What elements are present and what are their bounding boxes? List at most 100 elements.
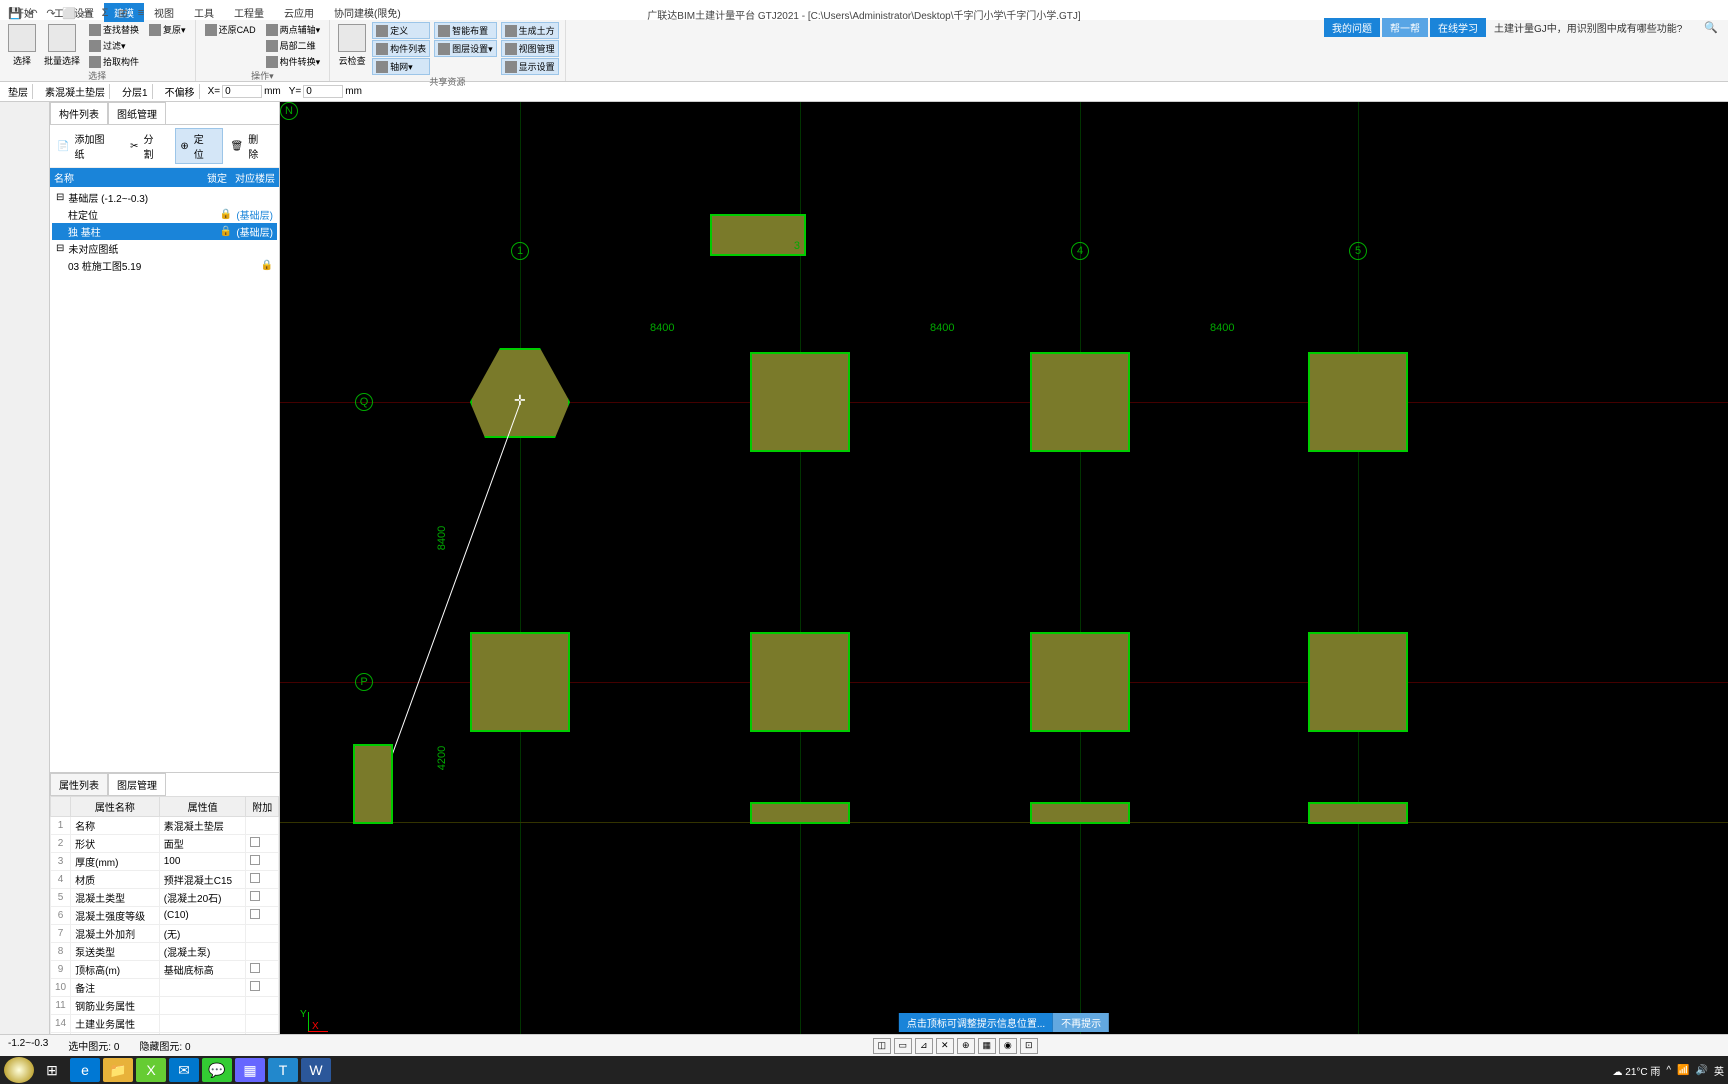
taskbar-excel-icon[interactable]: X bbox=[136, 1058, 166, 1082]
ribbon-smart[interactable]: 智能布置 bbox=[434, 22, 497, 39]
qat-icon[interactable]: ⬜ bbox=[62, 6, 76, 20]
search-icon[interactable]: 🔍 bbox=[1704, 21, 1718, 34]
floor-select-3[interactable]: 分层1 bbox=[118, 84, 153, 99]
toolbar-split[interactable]: ✂分割 bbox=[126, 128, 171, 164]
status-btn-7[interactable]: ◉ bbox=[999, 1038, 1017, 1054]
property-row[interactable]: 10备注 bbox=[51, 979, 279, 997]
property-row[interactable]: 9顶标高(m)基础底标高 bbox=[51, 961, 279, 979]
taskbar-app2-icon[interactable]: T bbox=[268, 1058, 298, 1082]
property-row[interactable]: 11钢筋业务属性 bbox=[51, 997, 279, 1015]
ribbon-filter[interactable]: 过滤▾ bbox=[86, 38, 142, 53]
qat-icon[interactable]: ≡ bbox=[134, 6, 148, 20]
menu-engineering[interactable]: 工程量 bbox=[224, 3, 274, 22]
ribbon-define[interactable]: 定义 bbox=[372, 22, 430, 39]
pad-r1-c3 bbox=[1308, 352, 1408, 452]
tree-col-pos[interactable]: 柱定位🔒(基础层) bbox=[52, 206, 277, 223]
qat-undo-icon[interactable]: ↶ bbox=[26, 6, 40, 20]
toolbar-add[interactable]: 📄添加图纸 bbox=[53, 128, 122, 164]
status-btn-8[interactable]: ⊡ bbox=[1020, 1038, 1038, 1054]
qat-icon[interactable]: ▭ bbox=[80, 6, 94, 20]
ribbon-find[interactable]: 查找替换 bbox=[86, 22, 142, 37]
property-row[interactable]: 8泵送类型(混凝土泵) bbox=[51, 943, 279, 961]
property-row[interactable]: 5混凝土类型(混凝土20石) bbox=[51, 889, 279, 907]
taskbar-app1-icon[interactable]: ▦ bbox=[235, 1058, 265, 1082]
tray-ime-icon[interactable]: 英 bbox=[1714, 1063, 1724, 1078]
tooltip-message: 点击顶标可调整提示信息位置... bbox=[899, 1013, 1053, 1032]
status-btn-6[interactable]: ▦ bbox=[978, 1038, 996, 1054]
tooltip-dismiss[interactable]: 不再提示 bbox=[1053, 1013, 1109, 1032]
qat-save-icon[interactable]: 💾 bbox=[8, 6, 22, 20]
tray-up-icon[interactable]: ^ bbox=[1666, 1065, 1671, 1076]
ribbon-axis[interactable]: 轴网▾ bbox=[372, 58, 430, 75]
prop-tab-layer[interactable]: 图层管理 bbox=[108, 773, 166, 796]
toolbar-delete[interactable]: 🗑删除 bbox=[227, 128, 276, 164]
start-button[interactable] bbox=[4, 1057, 34, 1083]
favorite-badge[interactable]: 我的问题 bbox=[1324, 18, 1380, 37]
drawing-canvas[interactable]: 1 4 5 3 Q P N 8400 8400 8400 8400 4200 ✛ bbox=[280, 102, 1728, 1052]
taskbar-word-icon[interactable]: W bbox=[301, 1058, 331, 1082]
cloudcheck-icon bbox=[338, 24, 366, 52]
property-row[interactable]: 14土建业务属性 bbox=[51, 1015, 279, 1033]
menu-tools[interactable]: 工具 bbox=[184, 3, 224, 22]
status-btn-2[interactable]: ▭ bbox=[894, 1038, 912, 1054]
hexagon-pad bbox=[470, 348, 570, 438]
tree-pile-col[interactable]: 独 基柱🔒(基础层) bbox=[52, 223, 277, 240]
menu-cloud[interactable]: 云应用 bbox=[274, 3, 324, 22]
tree-unassigned[interactable]: ⊟ 未对应图纸 bbox=[52, 240, 277, 257]
qat-icon[interactable]: Σ bbox=[98, 6, 112, 20]
menu-view[interactable]: 视图 bbox=[144, 3, 184, 22]
toolbar-locate[interactable]: ⊕定位 bbox=[175, 128, 222, 164]
x-input[interactable] bbox=[222, 85, 262, 98]
tree-drawing-03[interactable]: 03 桩施工图5.19🔒 bbox=[52, 257, 277, 274]
status-btn-3[interactable]: ⊿ bbox=[915, 1038, 933, 1054]
ribbon-select[interactable]: 选择 bbox=[6, 22, 38, 69]
status-btn-1[interactable]: ◫ bbox=[873, 1038, 891, 1054]
ribbon-local-2d[interactable]: 局部二维 bbox=[263, 38, 324, 53]
ribbon-gen-soil[interactable]: 生成土方 bbox=[501, 22, 559, 39]
floor-select-2[interactable]: 素混凝土垫层 bbox=[41, 84, 110, 99]
pad-r2-c3 bbox=[1308, 632, 1408, 732]
property-row[interactable]: 4材质预拌混凝土C15 bbox=[51, 871, 279, 889]
ribbon-fit[interactable]: 拾取构件 bbox=[86, 54, 142, 69]
taskbar-wechat-icon[interactable]: 💬 bbox=[202, 1058, 232, 1082]
menu-collab[interactable]: 协同建模(限免) bbox=[324, 3, 411, 22]
tree-floor[interactable]: ⊟ 基础层 (-1.2~-0.3) bbox=[52, 189, 277, 206]
ribbon-cad-restore[interactable]: 还原CAD bbox=[202, 22, 259, 37]
tray-wifi-icon[interactable]: 📶 bbox=[1677, 1065, 1689, 1076]
property-row[interactable]: 6混凝土强度等级(C10) bbox=[51, 907, 279, 925]
prop-tab-list[interactable]: 属性列表 bbox=[50, 773, 108, 796]
status-btn-5[interactable]: ⊕ bbox=[957, 1038, 975, 1054]
taskbar-search-icon[interactable]: ⊞ bbox=[37, 1058, 67, 1082]
learn-badge[interactable]: 帮一帮 bbox=[1382, 18, 1428, 37]
offset-select[interactable]: 不偏移 bbox=[161, 84, 200, 99]
ribbon-view-mgmt[interactable]: 视图管理 bbox=[501, 40, 559, 57]
weather[interactable]: ☁ 21°C 雨 bbox=[1612, 1063, 1660, 1078]
floor-select-1[interactable]: 垫层 bbox=[4, 84, 33, 99]
panel-tab-components[interactable]: 构件列表 bbox=[50, 102, 108, 124]
main-area: 构件列表 图纸管理 📄添加图纸 ✂分割 ⊕定位 🗑删除 名称 锁定 对应楼层 ⊟… bbox=[0, 102, 1728, 1052]
taskbar-explorer-icon[interactable]: 📁 bbox=[103, 1058, 133, 1082]
property-row[interactable]: 7混凝土外加剂(无) bbox=[51, 925, 279, 943]
y-input[interactable] bbox=[303, 85, 343, 98]
taskbar-edge-icon[interactable]: e bbox=[70, 1058, 100, 1082]
panel-tab-drawings[interactable]: 图纸管理 bbox=[108, 102, 166, 124]
property-row[interactable]: 2形状面型 bbox=[51, 835, 279, 853]
ribbon-two-point[interactable]: 两点辅轴▾ bbox=[263, 22, 324, 37]
tray-volume-icon[interactable]: 🔊 bbox=[1696, 1065, 1708, 1076]
ribbon-list[interactable]: 构件列表 bbox=[372, 40, 430, 57]
property-table: 属性名称 属性值 附加 1名称素混凝土垫层2形状面型3厚度(mm)1004材质预… bbox=[50, 796, 279, 1051]
qat-redo-icon[interactable]: ↷ bbox=[44, 6, 58, 20]
axis-N: N bbox=[280, 102, 298, 120]
ribbon-cloudcheck[interactable]: 云检查 bbox=[336, 22, 368, 69]
ribbon-display-set[interactable]: 显示设置 bbox=[501, 58, 559, 75]
property-row[interactable]: 1名称素混凝土垫层 bbox=[51, 817, 279, 835]
ribbon-batch-select[interactable]: 批量选择 bbox=[42, 22, 82, 69]
online-badge[interactable]: 在线学习 bbox=[1430, 18, 1486, 37]
status-btn-4[interactable]: ✕ bbox=[936, 1038, 954, 1054]
qat-icon[interactable]: ⊞ bbox=[116, 6, 130, 20]
property-row[interactable]: 3厚度(mm)100 bbox=[51, 853, 279, 871]
ribbon-layer-set[interactable]: 图层设置▾ bbox=[434, 40, 497, 57]
ribbon-convert[interactable]: 构件转换▾ bbox=[263, 54, 324, 69]
taskbar-mail-icon[interactable]: ✉ bbox=[169, 1058, 199, 1082]
ribbon-restore[interactable]: 复原▾ bbox=[146, 22, 189, 37]
